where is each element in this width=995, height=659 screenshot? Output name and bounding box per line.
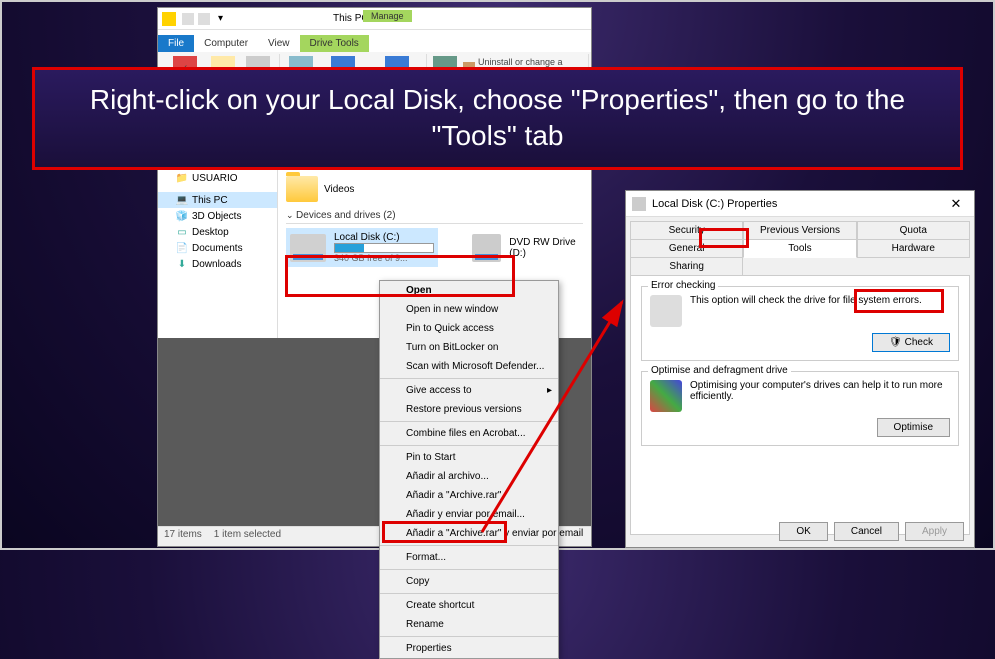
ctx-give-access[interactable]: Give access to [380, 381, 558, 400]
tab-drive-tools[interactable]: Drive Tools [300, 35, 369, 52]
tab-previous-versions[interactable]: Previous Versions [743, 221, 856, 240]
context-menu: Open Open in new window Pin to Quick acc… [379, 280, 559, 659]
ribbon-context-label: Manage [363, 10, 412, 22]
folder-icon [162, 12, 176, 26]
dialog-footer: OK Cancel Apply [779, 522, 964, 541]
nav-downloads[interactable]: ⬇Downloads [158, 256, 277, 272]
drive-dvd-rw[interactable]: DVD RW Drive (D:) [468, 228, 583, 267]
ctx-properties[interactable]: Properties [380, 639, 558, 658]
devices-header: ⌄ Devices and drives (2) [286, 210, 583, 224]
ctx-add-rar[interactable]: Añadir a "Archive.rar" [380, 486, 558, 505]
ctx-bitlocker[interactable]: Turn on BitLocker on [380, 338, 558, 357]
drive-local-disk-c[interactable]: Local Disk (C:) 340 GB free of 9... [286, 228, 438, 267]
dialog-body: Error checking This option will check th… [630, 275, 970, 535]
tab-tools[interactable]: Tools [743, 239, 856, 258]
folder-videos[interactable]: Videos [286, 176, 354, 202]
drive-usage-bar [334, 243, 434, 253]
nav-desktop[interactable]: ▭Desktop [158, 224, 277, 240]
dvd-icon [472, 234, 501, 262]
error-checking-group: Error checking This option will check th… [641, 286, 959, 361]
instruction-overlay: Right-click on your Local Disk, choose "… [32, 67, 963, 170]
tab-quota[interactable]: Quota [857, 221, 970, 240]
ribbon-tabs: File Computer View Drive Tools [158, 30, 591, 52]
tab-computer[interactable]: Computer [194, 35, 258, 52]
tab-general[interactable]: General [630, 239, 743, 258]
titlebar: ▾ Manage This PC [158, 8, 591, 30]
ctx-email-archive[interactable]: Añadir y enviar por email... [380, 505, 558, 524]
ctx-add-archive[interactable]: Añadir al archivo... [380, 467, 558, 486]
apply-button[interactable]: Apply [905, 522, 964, 541]
defrag-icon [650, 380, 682, 412]
ctx-restore[interactable]: Restore previous versions [380, 400, 558, 419]
nav-usuario[interactable]: 📁USUARIO [158, 170, 277, 186]
cancel-button[interactable]: Cancel [834, 522, 899, 541]
ctx-format[interactable]: Format... [380, 548, 558, 567]
drive-icon [290, 234, 326, 262]
ctx-create-shortcut[interactable]: Create shortcut [380, 596, 558, 615]
tab-view[interactable]: View [258, 35, 300, 52]
dialog-tabs: Security Previous Versions Quota General… [626, 217, 974, 275]
ctx-email-rar[interactable]: Añadir a "Archive.rar" y enviar por emai… [380, 524, 558, 543]
ok-button[interactable]: OK [779, 522, 827, 541]
shield-icon: 🛡 [889, 337, 902, 348]
tab-sharing[interactable]: Sharing [630, 257, 743, 276]
ctx-rename[interactable]: Rename [380, 615, 558, 634]
ctx-acrobat[interactable]: Combine files en Acrobat... [380, 424, 558, 443]
ctx-pin-start[interactable]: Pin to Start [380, 448, 558, 467]
nav-this-pc[interactable]: 💻This PC [158, 192, 277, 208]
check-button[interactable]: 🛡 Check [872, 333, 950, 352]
qat-item[interactable] [182, 13, 194, 25]
drive-check-icon [650, 295, 682, 327]
dialog-titlebar: Local Disk (C:) Properties ✕ [626, 191, 974, 217]
tab-file[interactable]: File [158, 35, 194, 52]
nav-3d-objects[interactable]: 🧊3D Objects [158, 208, 277, 224]
defrag-group: Optimise and defragment drive Optimising… [641, 371, 959, 446]
qat-item[interactable] [198, 13, 210, 25]
nav-documents[interactable]: 📄Documents [158, 240, 277, 256]
ctx-defender[interactable]: Scan with Microsoft Defender... [380, 357, 558, 376]
ctx-pin-quick[interactable]: Pin to Quick access [380, 319, 558, 338]
close-button[interactable]: ✕ [944, 196, 968, 212]
tab-security[interactable]: Security [630, 221, 743, 240]
ctx-open-new-window[interactable]: Open in new window [380, 300, 558, 319]
tab-hardware[interactable]: Hardware [857, 239, 970, 258]
drive-icon [632, 197, 646, 211]
ctx-copy[interactable]: Copy [380, 572, 558, 591]
properties-dialog: Local Disk (C:) Properties ✕ Security Pr… [625, 190, 975, 548]
optimise-button[interactable]: Optimise [877, 418, 950, 437]
ctx-open[interactable]: Open [380, 281, 558, 300]
